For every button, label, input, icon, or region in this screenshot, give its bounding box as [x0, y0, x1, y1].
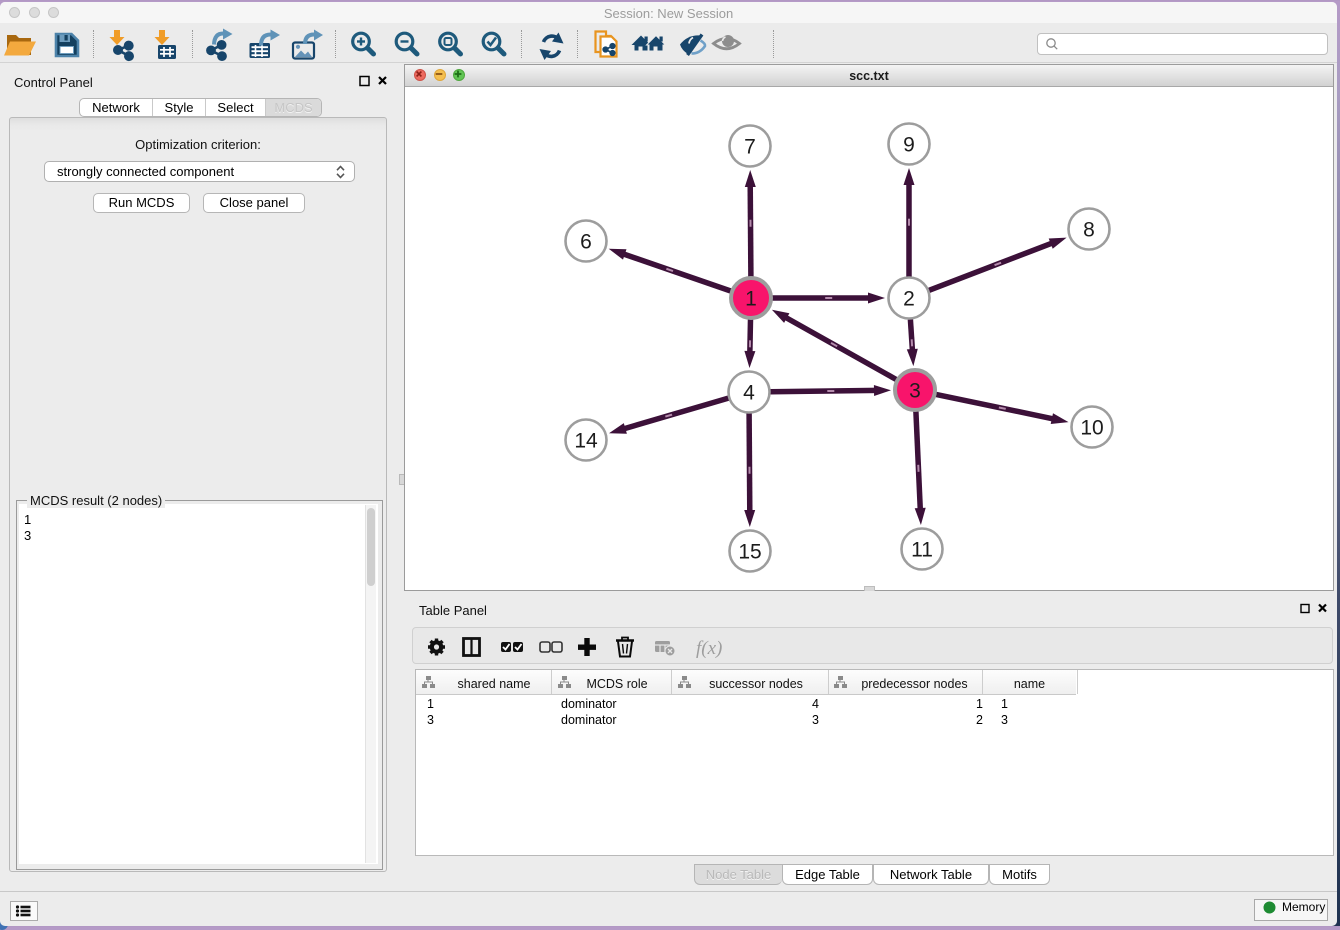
- svg-text:9: 9: [903, 134, 915, 157]
- svg-text:3: 3: [909, 380, 921, 403]
- svg-text:6: 6: [580, 231, 592, 254]
- svg-text:1: 1: [745, 288, 757, 311]
- svg-text:4: 4: [743, 382, 755, 405]
- svg-text:14: 14: [574, 430, 598, 453]
- svg-text:15: 15: [738, 541, 761, 564]
- svg-text:2: 2: [903, 288, 915, 311]
- svg-text:7: 7: [744, 136, 756, 159]
- svg-text:f(x): f(x): [696, 638, 722, 659]
- svg-text:8: 8: [1083, 219, 1095, 242]
- svg-text:11: 11: [911, 539, 933, 562]
- svg-text:10: 10: [1080, 417, 1103, 440]
